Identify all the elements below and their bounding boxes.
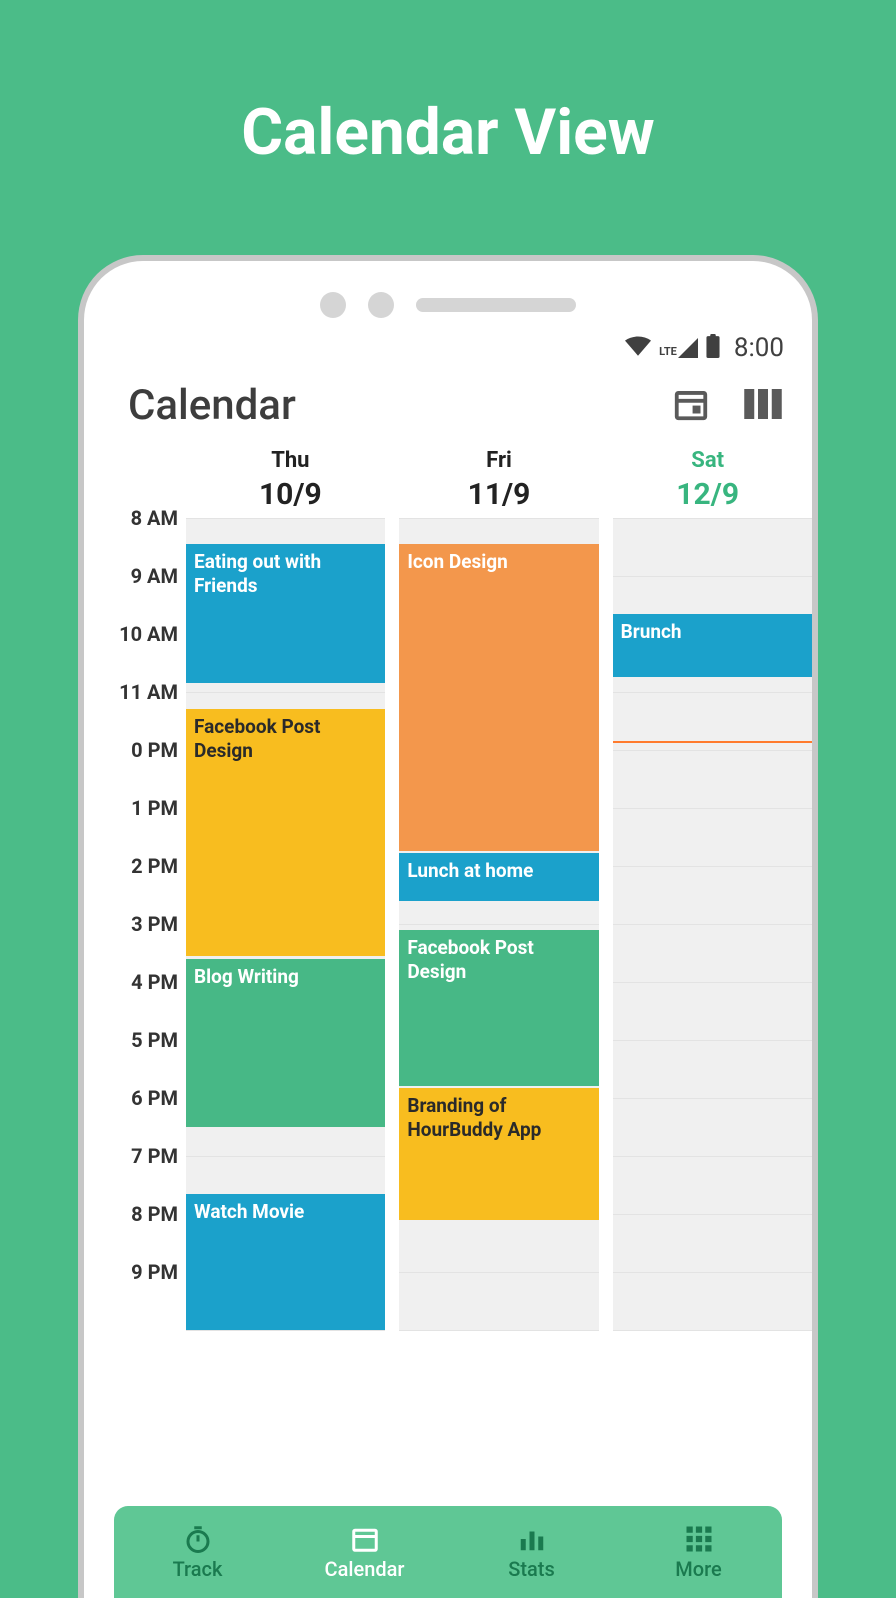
grid-line bbox=[186, 1330, 385, 1331]
day-header-2[interactable]: Sat 12/9 bbox=[603, 448, 812, 512]
day-column-1[interactable]: Icon DesignLunch at home Facebook Post De… bbox=[399, 518, 598, 1330]
hour-label: 9 PM bbox=[131, 1260, 178, 1284]
grid-line bbox=[613, 982, 812, 983]
cellular-lte-icon: LTE bbox=[659, 338, 698, 358]
grid-line bbox=[613, 1272, 812, 1273]
hour-label: 9 AM bbox=[131, 564, 178, 588]
calendar-icon bbox=[350, 1523, 380, 1555]
hour-label: 7 PM bbox=[131, 1144, 178, 1168]
day-name: Fri bbox=[395, 448, 604, 473]
nav-label: Calendar bbox=[325, 1557, 405, 1581]
status-bar: LTE 8:00 bbox=[84, 321, 812, 369]
grid-line bbox=[613, 924, 812, 925]
calendar-event[interactable]: Watch Movie bbox=[186, 1194, 385, 1330]
grid-line bbox=[613, 576, 812, 577]
network-label: LTE bbox=[659, 345, 677, 358]
grid-line bbox=[613, 1156, 812, 1157]
phone-frame: LTE 8:00 Calendar Thu 10/9Fri 11/9 Sat 12/9 … bbox=[78, 255, 818, 1598]
day-date: 12/9 bbox=[603, 477, 812, 512]
hw-sensor-dot bbox=[368, 292, 394, 318]
calendar-body: Thu 10/9Fri 11/9 Sat 12/9 8 AM 9 AM 10 AM 11 AM… bbox=[84, 448, 812, 1330]
grid-line bbox=[613, 750, 812, 751]
hour-label: 1 PM bbox=[131, 796, 178, 820]
grid-line bbox=[613, 1214, 812, 1215]
grid-line bbox=[613, 1330, 812, 1331]
phone-hardware-bar bbox=[84, 261, 812, 321]
now-indicator bbox=[613, 741, 812, 743]
hour-label: 0 PM bbox=[131, 738, 178, 762]
promo-title: Calendar View bbox=[0, 0, 896, 170]
calendar-event[interactable]: Facebook Post Design bbox=[399, 930, 598, 1087]
calendar-event[interactable]: Branding of HourBuddy App bbox=[399, 1088, 598, 1220]
nav-label: More bbox=[675, 1557, 721, 1581]
hour-label: 8 AM bbox=[131, 506, 178, 530]
bars-icon bbox=[517, 1523, 547, 1555]
day-headers: Thu 10/9Fri 11/9 Sat 12/9 bbox=[186, 448, 812, 518]
nav-more[interactable]: More bbox=[615, 1506, 782, 1598]
hw-speaker-bar bbox=[416, 298, 576, 312]
grid-line bbox=[399, 924, 598, 925]
day-name: Thu bbox=[186, 448, 395, 473]
status-time: 8:00 bbox=[734, 333, 784, 363]
grid-icon bbox=[684, 1523, 714, 1555]
grid-line bbox=[399, 1272, 598, 1273]
hour-label: 6 PM bbox=[131, 1086, 178, 1110]
hw-camera-dot bbox=[320, 292, 346, 318]
calendar-event[interactable]: Brunch bbox=[613, 614, 812, 678]
grid-line bbox=[613, 1098, 812, 1099]
calendar-event[interactable]: Blog Writing bbox=[186, 959, 385, 1127]
hour-label: 10 AM bbox=[119, 622, 178, 646]
nav-label: Track bbox=[173, 1557, 223, 1581]
day-date: 10/9 bbox=[186, 477, 395, 512]
hour-label: 8 PM bbox=[131, 1202, 178, 1226]
bottom-nav: Track Calendar Stats More bbox=[114, 1506, 782, 1598]
grid-line bbox=[613, 808, 812, 809]
grid-line bbox=[613, 692, 812, 693]
grid-line bbox=[186, 518, 385, 519]
nav-stats[interactable]: Stats bbox=[448, 1506, 615, 1598]
calendar-event[interactable]: Lunch at home bbox=[399, 853, 598, 901]
hour-labels: 8 AM9 AM10 AM11 AM0 PM1 PM2 PM3 PM4 PM5 … bbox=[102, 518, 186, 1330]
hour-label: 3 PM bbox=[131, 912, 178, 936]
today-icon[interactable] bbox=[672, 385, 710, 427]
hour-label: 2 PM bbox=[131, 854, 178, 878]
day-name: Sat bbox=[603, 448, 812, 473]
app-header: Calendar bbox=[84, 369, 812, 448]
nav-track[interactable]: Track bbox=[114, 1506, 281, 1598]
columns-view-icon[interactable] bbox=[744, 389, 782, 423]
grid-line bbox=[399, 1330, 598, 1331]
grid-line bbox=[613, 1040, 812, 1041]
stopwatch-icon bbox=[183, 1523, 213, 1555]
day-column-0[interactable]: Eating out with Friends Facebook Post Des… bbox=[186, 518, 385, 1330]
nav-label: Stats bbox=[508, 1557, 555, 1581]
hour-label: 5 PM bbox=[131, 1028, 178, 1052]
calendar-event[interactable]: Icon Design bbox=[399, 544, 598, 851]
hour-label: 4 PM bbox=[131, 970, 178, 994]
grid-line bbox=[399, 518, 598, 519]
calendar-event[interactable]: Facebook Post Design bbox=[186, 709, 385, 956]
battery-icon bbox=[706, 334, 720, 362]
grid-line bbox=[186, 1156, 385, 1157]
hour-label: 11 AM bbox=[119, 680, 178, 704]
calendar-event[interactable]: Eating out with Friends bbox=[186, 544, 385, 683]
day-date: 11/9 bbox=[395, 477, 604, 512]
grid-line bbox=[613, 518, 812, 519]
grid-line bbox=[186, 692, 385, 693]
day-header-1[interactable]: Fri 11/9 bbox=[395, 448, 604, 512]
day-column-2[interactable]: Brunch bbox=[613, 518, 812, 1330]
day-header-0[interactable]: Thu 10/9 bbox=[186, 448, 395, 512]
grid-line bbox=[613, 866, 812, 867]
calendar-columns[interactable]: Eating out with Friends Facebook Post Des… bbox=[186, 518, 812, 1330]
page-title: Calendar bbox=[128, 381, 296, 430]
wifi-icon bbox=[625, 336, 651, 360]
nav-calendar[interactable]: Calendar bbox=[281, 1506, 448, 1598]
